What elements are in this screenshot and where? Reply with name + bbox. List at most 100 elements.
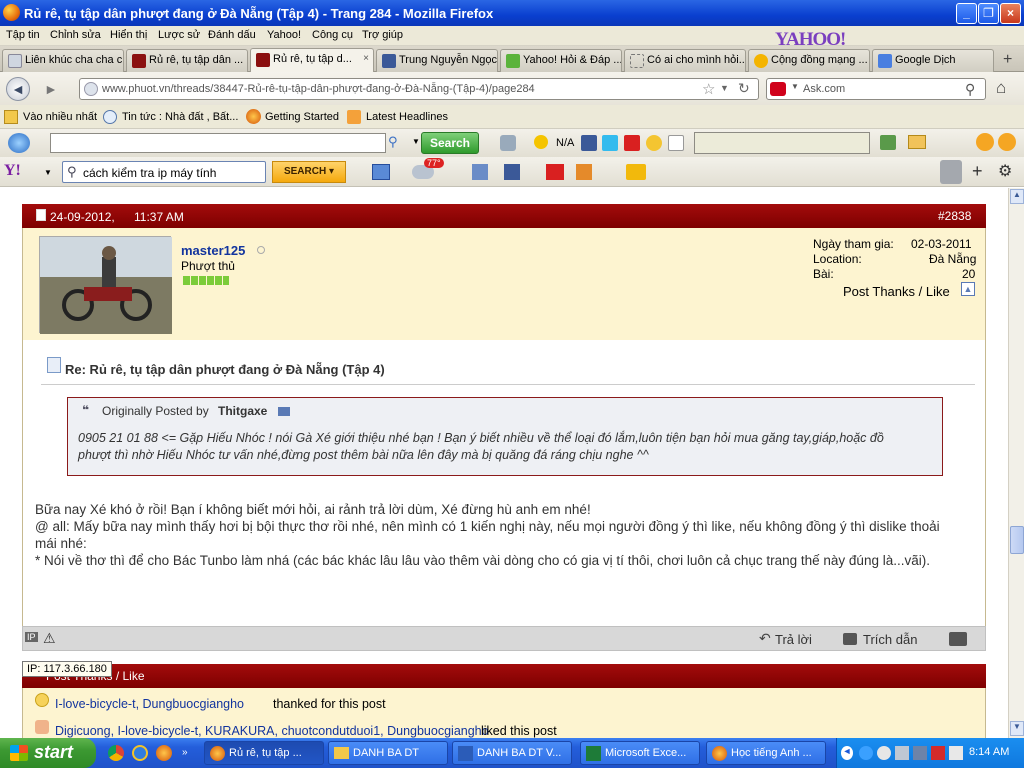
minimize-button[interactable]: _ [956, 3, 977, 24]
back-button[interactable]: ◄ [6, 77, 30, 101]
tab-6[interactable]: Có ai cho mình hỏi... [624, 49, 746, 72]
vertical-scrollbar[interactable]: ▲ ▼ [1008, 188, 1024, 738]
task-firefox-hoctienganh[interactable]: Học tiếng Anh ... [706, 741, 826, 765]
ip-icon[interactable]: IP [25, 632, 38, 642]
tab-4[interactable]: Trung Nguyễn Ngọc [376, 49, 498, 72]
bookmark-getting-started[interactable]: Getting Started [265, 111, 339, 123]
close-button[interactable]: × [1000, 3, 1021, 24]
bookmarks-icon[interactable] [472, 164, 488, 180]
menu-help[interactable]: Trợ giúp [362, 29, 403, 41]
mail-icon[interactable] [908, 135, 926, 149]
close-tab-icon[interactable]: × [363, 53, 369, 64]
add-icon[interactable]: + [972, 161, 983, 182]
yahoo-y-icon[interactable]: Y! [4, 162, 21, 180]
quote-button[interactable]: Trích dẫn [863, 632, 917, 647]
thanked-users[interactable]: I-love-bicycle-t, Dungbuocgiangho [55, 697, 244, 711]
search-icon[interactable]: ⚲ [388, 134, 398, 150]
reply-button[interactable]: Trả lời [775, 632, 812, 647]
avatar[interactable] [39, 236, 172, 334]
menu-yahoo[interactable]: Yahoo! [267, 29, 301, 41]
gear-icon[interactable]: ⚙ [998, 161, 1012, 181]
quick-launch-expand-icon[interactable]: » [182, 747, 188, 758]
task-word-danhba[interactable]: DANH BA DT V... [452, 741, 572, 765]
menu-edit[interactable]: Chỉnh sửa [50, 29, 101, 41]
antivirus-icon[interactable] [931, 746, 945, 760]
collapse-icon[interactable]: ▲ [961, 282, 975, 296]
tray-expand-icon[interactable]: ◄ [841, 746, 853, 760]
report-icon[interactable]: ⚠ [43, 630, 56, 647]
scroll-up-button[interactable]: ▲ [1010, 189, 1024, 204]
app-icon[interactable] [576, 164, 592, 180]
address-bar[interactable]: www.phuot.vn/threads/38447-Rủ-rê-tụ-tập-… [79, 78, 759, 100]
add-icon[interactable] [976, 133, 994, 151]
ie-icon[interactable] [132, 745, 148, 761]
yahoo-search-input[interactable]: ⚲ cách kiểm tra ip máy tính [62, 161, 266, 183]
post-thanks-link[interactable]: Post Thanks / Like [843, 284, 950, 299]
menu-list-icon[interactable] [940, 160, 962, 184]
tab-2[interactable]: Rủ rê, tụ tập dân ... [126, 49, 248, 72]
amazon-icon[interactable] [668, 135, 684, 151]
reload-icon[interactable]: ↻ [738, 80, 750, 97]
menu-view[interactable]: Hiển thị [110, 29, 147, 41]
tab-5[interactable]: Yahoo! Hỏi & Đáp ... [500, 49, 622, 72]
yahoo-search-button[interactable]: SEARCH ▾ [272, 161, 346, 183]
firefox-icon[interactable] [156, 745, 172, 761]
emoticon-icon[interactable] [646, 135, 662, 151]
view-post-icon[interactable] [278, 407, 290, 416]
tray-icon[interactable] [877, 746, 891, 760]
tab-3-active[interactable]: Rủ rê, tụ tập d... × [250, 48, 374, 73]
tab-7[interactable]: Cộng đồng mạng ... [748, 49, 870, 72]
tray-icon[interactable] [913, 746, 927, 760]
menu-history[interactable]: Lược sử [158, 29, 200, 41]
smile-icon [35, 693, 49, 707]
dropdown-arrow-icon[interactable]: ▼ [720, 83, 729, 93]
yahoo-search-button-label: SEARCH [283, 166, 327, 177]
star-icon[interactable]: ☆ [702, 80, 715, 98]
multi-quote-icon[interactable] [949, 632, 967, 646]
task-folder-danhba[interactable]: DANH BA DT [328, 741, 448, 765]
twitter-icon[interactable] [602, 135, 618, 151]
menu-file[interactable]: Tập tin [6, 29, 40, 41]
tray-icon[interactable] [895, 746, 909, 760]
search-icon[interactable]: ⚲ [965, 81, 975, 98]
search-engine-box[interactable]: ▼ Ask.com ⚲ [766, 78, 986, 100]
toolbar-search-input[interactable] [50, 133, 386, 153]
toolbar-search-button[interactable]: Search [421, 132, 479, 154]
dropdown-arrow-icon[interactable]: ▼ [44, 168, 52, 177]
mail-icon[interactable] [372, 164, 390, 180]
username[interactable]: master125 [181, 243, 245, 258]
scroll-down-button[interactable]: ▼ [1010, 721, 1024, 736]
toolbar-text-field[interactable] [694, 132, 870, 154]
search-icon[interactable] [998, 133, 1016, 151]
facebook-icon[interactable] [581, 135, 597, 151]
start-button[interactable]: start [0, 738, 96, 768]
bookmark-latest-headlines[interactable]: Latest Headlines [366, 111, 448, 123]
chrome-icon[interactable] [108, 745, 124, 761]
camera-icon[interactable] [880, 135, 896, 150]
facebook-icon[interactable] [504, 164, 520, 180]
menu-tools[interactable]: Công cụ [312, 29, 353, 41]
network-icon[interactable] [859, 746, 873, 760]
dropdown-arrow-icon[interactable]: ▼ [412, 137, 420, 146]
menu-bookmarks[interactable]: Đánh dấu [208, 29, 256, 41]
bookmark-news[interactable]: Tin tức : Nhà đất , Bất... [122, 111, 238, 123]
task-excel[interactable]: Microsoft Exce... [580, 741, 700, 765]
youtube-icon[interactable] [546, 164, 564, 180]
new-tab-button[interactable]: + [1003, 51, 1012, 69]
bookmark-most-visited[interactable]: Vào nhiều nhất [23, 111, 97, 123]
globe-icon[interactable] [8, 133, 30, 153]
settings-icon[interactable] [500, 135, 516, 151]
forward-button[interactable]: ► [44, 81, 58, 97]
scroll-thumb[interactable] [1010, 526, 1024, 554]
dropdown-arrow-icon[interactable]: ▼ [791, 82, 799, 91]
tab-8[interactable]: Google Dịch [872, 49, 994, 72]
ebay-icon[interactable] [626, 164, 646, 180]
home-icon[interactable]: ⌂ [996, 78, 1006, 98]
maximize-button[interactable]: ❐ [978, 3, 999, 24]
task-firefox-rure[interactable]: Rủ rê, tụ tập ... [204, 741, 324, 765]
post-number[interactable]: #2838 [938, 209, 971, 223]
tab-1[interactable]: Liên khúc cha cha c... [2, 49, 124, 72]
volume-icon[interactable] [949, 746, 963, 760]
liked-users[interactable]: Digicuong, I-love-bicycle-t, KURAKURA, c… [55, 724, 489, 738]
youtube-icon[interactable] [624, 135, 640, 151]
